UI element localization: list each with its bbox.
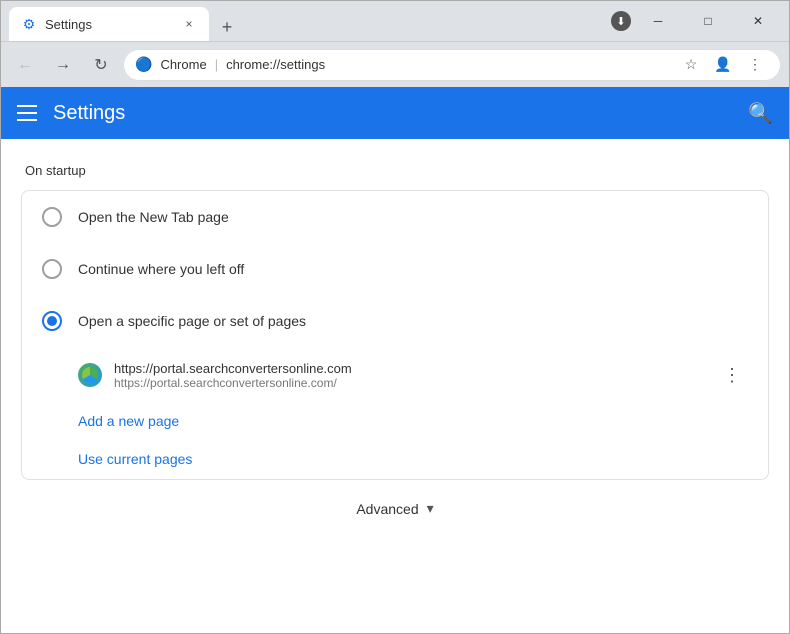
active-tab[interactable]: ⚙ Settings × [9,7,209,41]
advanced-label: Advanced [356,501,418,517]
address-separator: | [215,57,218,72]
window-controls: ─ □ ✕ [635,5,781,37]
option-new-tab[interactable]: Open the New Tab page [22,191,768,243]
radio-specific[interactable] [42,311,62,331]
forward-button[interactable]: → [47,49,79,81]
option-continue[interactable]: Continue where you left off [22,243,768,295]
add-new-page-label[interactable]: Add a new page [78,413,179,429]
option-continue-label: Continue where you left off [78,261,244,277]
address-url: chrome://settings [226,57,325,72]
use-current-pages-label[interactable]: Use current pages [78,451,192,467]
maximize-button[interactable]: □ [685,5,731,37]
hamburger-menu-icon[interactable] [17,105,37,121]
page-area: Settings 🔍 On startup Open the New Tab p… [1,87,789,633]
tab-title: Settings [45,17,173,32]
new-tab-button[interactable]: + [213,13,241,41]
website-entry: https://portal.searchconvertersonline.co… [22,347,768,403]
profile-download-icon: ⬇ [611,11,631,31]
site-info: https://portal.searchconvertersonline.co… [114,361,704,390]
radio-continue[interactable] [42,259,62,279]
browser-window: ⚙ Settings × + ⬇ ─ □ ✕ ← → ↻ 🔵 Chrome | … [0,0,790,634]
profile-icon[interactable]: 👤 [709,51,737,79]
site-url: https://portal.searchconvertersonline.co… [114,361,704,376]
bookmark-icon[interactable]: ☆ [677,51,705,79]
startup-options-card: Open the New Tab page Continue where you… [21,190,769,480]
tab-close-button[interactable]: × [181,16,197,32]
use-current-pages-button[interactable]: Use current pages [22,441,768,479]
settings-content: On startup Open the New Tab page Continu… [1,139,789,633]
address-site-name: Chrome [160,57,206,72]
address-bar[interactable]: 🔵 Chrome | chrome://settings ☆ 👤 ⋮ [123,49,781,81]
site-menu-button[interactable]: ⋮ [716,359,748,391]
option-new-tab-label: Open the New Tab page [78,209,229,225]
tab-favicon-icon: ⚙ [21,16,37,32]
tab-strip: ⚙ Settings × + [9,1,603,41]
title-bar: ⚙ Settings × + ⬇ ─ □ ✕ [1,1,789,41]
section-title: On startup [1,163,789,178]
address-bar-icons: ☆ 👤 ⋮ [677,51,769,79]
nav-bar: ← → ↻ 🔵 Chrome | chrome://settings ☆ 👤 ⋮ [1,41,789,87]
address-favicon-icon: 🔵 [135,56,152,73]
option-specific-label: Open a specific page or set of pages [78,313,306,329]
site-favicon-icon [78,363,102,387]
advanced-section[interactable]: Advanced ▾ [1,480,789,537]
reload-button[interactable]: ↻ [85,49,117,81]
minimize-button[interactable]: ─ [635,5,681,37]
site-url-sub: https://portal.searchconvertersonline.co… [114,376,704,390]
advanced-chevron-icon: ▾ [427,500,434,517]
option-specific[interactable]: Open a specific page or set of pages [22,295,768,347]
add-new-page-button[interactable]: Add a new page [22,403,768,441]
settings-header-title: Settings [53,102,125,125]
browser-menu-icon[interactable]: ⋮ [741,51,769,79]
close-button[interactable]: ✕ [735,5,781,37]
back-button[interactable]: ← [9,49,41,81]
settings-header: Settings 🔍 [1,87,789,139]
radio-new-tab[interactable] [42,207,62,227]
settings-search-icon[interactable]: 🔍 [748,101,773,126]
